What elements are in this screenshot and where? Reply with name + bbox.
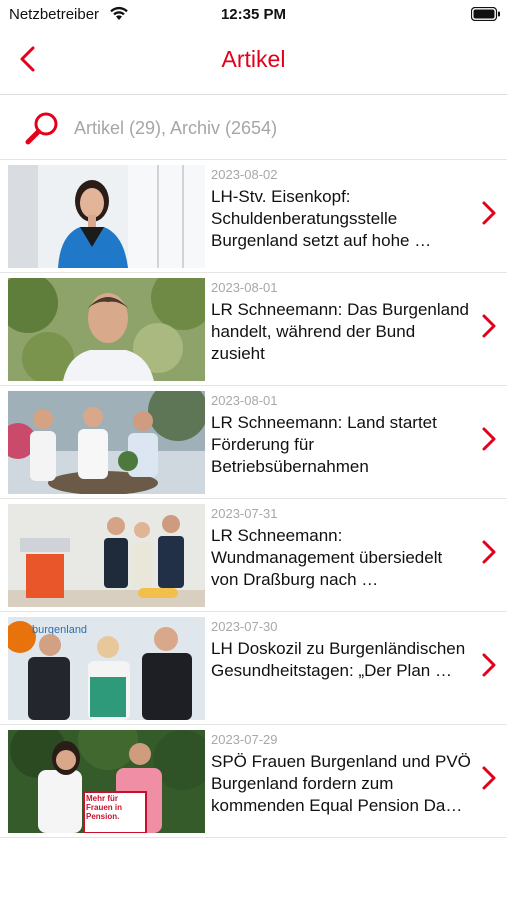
chevron-right-icon — [482, 653, 496, 677]
article-title: LR Schneemann: Land startet Förderung fü… — [211, 413, 437, 476]
article-item[interactable]: 2023-08-01 LR Schneemann: Land startet F… — [0, 386, 507, 499]
article-title: SPÖ Frauen Burgenland und PVÖ Burgenland… — [211, 752, 471, 815]
page-title: Artikel — [221, 46, 286, 72]
search-input[interactable] — [74, 115, 474, 141]
battery-icon — [471, 7, 500, 21]
article-thumbnail: burgenland — [8, 617, 205, 720]
navigation-bar: Artikel — [0, 30, 507, 95]
article-item[interactable]: burgenland 2023-07-30 LH Doskozil zu Bur… — [0, 612, 507, 725]
article-date: 2023-08-01 — [211, 393, 278, 408]
thumbnail-sign: burgenland — [32, 624, 87, 636]
article-item[interactable]: 2023-08-01 LR Schneemann: Das Burgenland… — [0, 273, 507, 386]
search-bar — [0, 95, 507, 160]
article-thumbnail — [8, 391, 205, 494]
article-thumbnail — [8, 165, 205, 268]
article-list: 2023-08-02 LH-Stv. Eisenkopf: Schuldenbe… — [0, 160, 507, 838]
chevron-right-icon — [482, 766, 496, 790]
article-title: LH Doskozil zu Burgenländischen Gesundhe… — [211, 639, 466, 680]
chevron-right-icon — [482, 427, 496, 451]
article-item[interactable]: Mehr für Frauen in Pension. 2023-07-29 S… — [0, 725, 507, 838]
search-icon[interactable] — [24, 109, 62, 147]
thumbnail-sign: Mehr für Frauen in Pension. — [86, 794, 123, 821]
article-thumbnail — [8, 504, 205, 607]
article-item[interactable]: 2023-08-02 LH-Stv. Eisenkopf: Schuldenbe… — [0, 160, 507, 273]
article-date: 2023-08-02 — [211, 167, 278, 182]
article-title: LR Schneemann: Wundmanagement übersiedel… — [211, 526, 443, 589]
article-title: LH-Stv. Eisenkopf: Schuldenberatungsstel… — [211, 187, 432, 250]
article-date: 2023-08-01 — [211, 280, 278, 295]
article-thumbnail — [8, 278, 205, 381]
chevron-right-icon — [482, 201, 496, 225]
chevron-right-icon — [482, 540, 496, 564]
article-title: LR Schneemann: Das Burgenland handelt, w… — [211, 300, 469, 363]
article-date: 2023-07-31 — [211, 506, 278, 521]
article-date: 2023-07-29 — [211, 732, 278, 747]
status-bar: Netzbetreiber 12:35 PM — [0, 0, 507, 30]
article-date: 2023-07-30 — [211, 619, 278, 634]
clock: 12:35 PM — [220, 6, 287, 23]
article-item[interactable]: 2023-07-31 LR Schneemann: Wundmanagement… — [0, 499, 507, 612]
chevron-right-icon — [482, 314, 496, 338]
article-thumbnail: Mehr für Frauen in Pension. — [8, 730, 205, 833]
